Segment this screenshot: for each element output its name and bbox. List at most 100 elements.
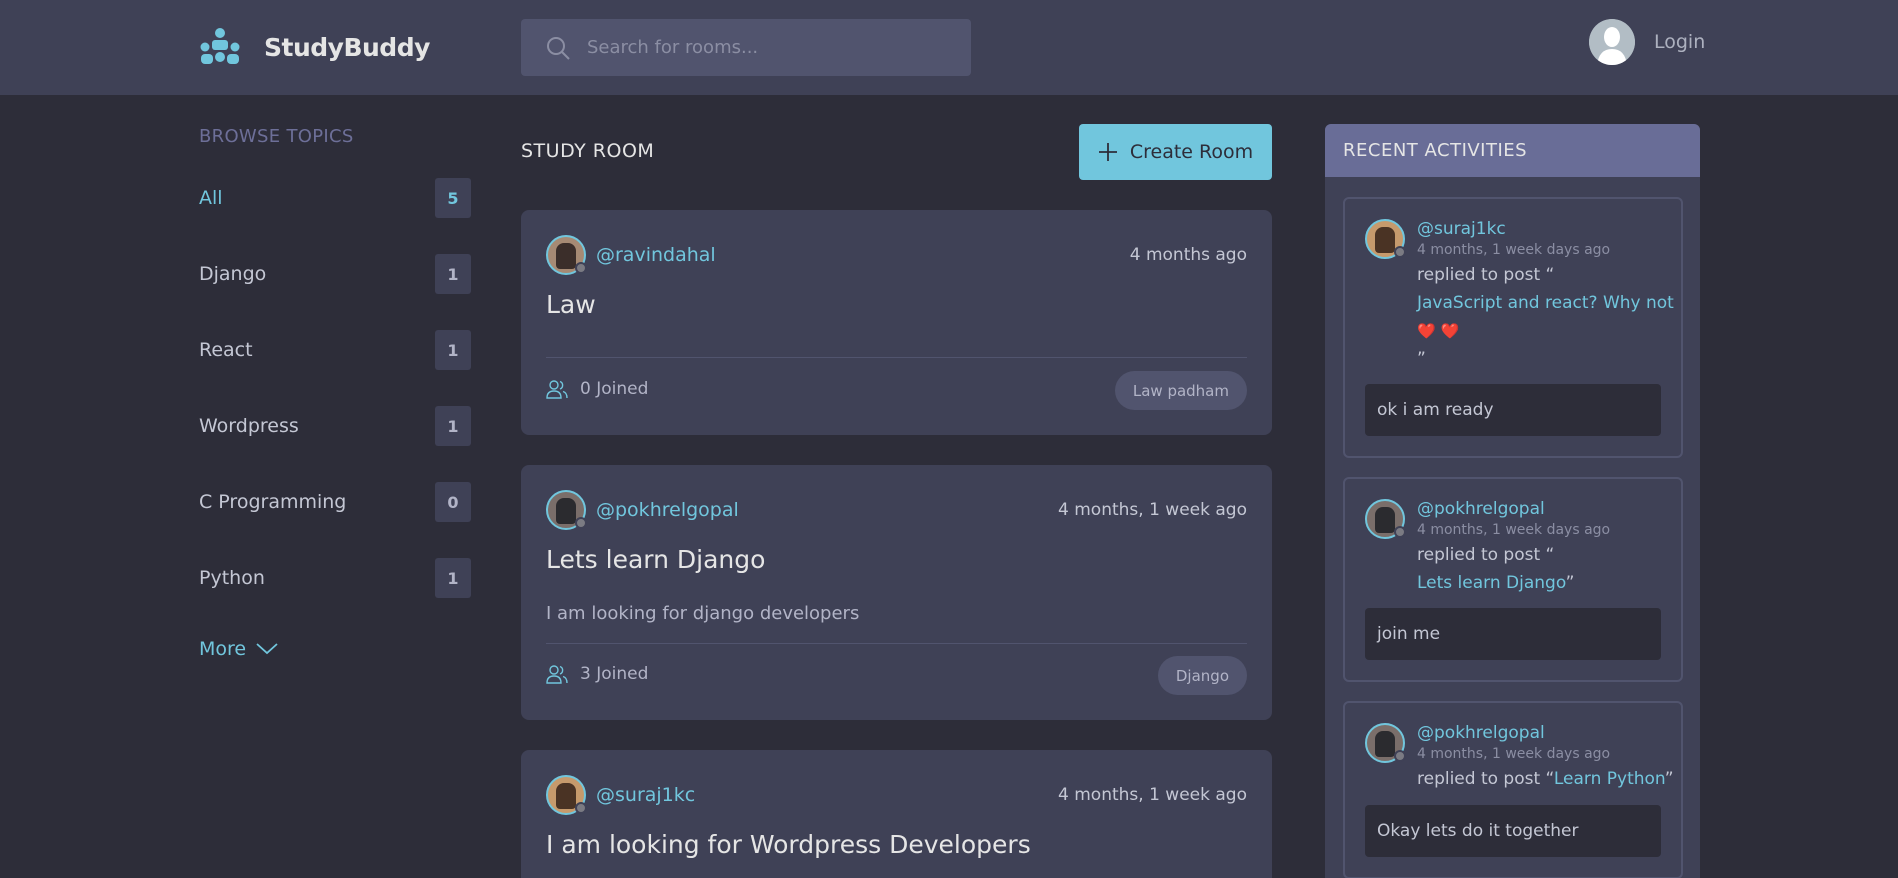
room-title[interactable]: Law <box>546 290 596 319</box>
topic-count: 5 <box>435 178 471 218</box>
room-host[interactable]: @ravindahal <box>546 235 716 275</box>
user-menu[interactable]: Login <box>1589 19 1705 65</box>
chevron-down-icon <box>256 643 278 655</box>
activity-time: 4 months, 1 week days ago <box>1417 746 1611 762</box>
search-bar[interactable] <box>521 19 971 76</box>
plus-icon <box>1098 143 1117 161</box>
activity-time: 4 months, 1 week days ago <box>1417 522 1611 538</box>
avatar <box>546 235 587 275</box>
recent-activities-title: RECENT ACTIVITIES <box>1325 124 1700 177</box>
activity-message: join me <box>1365 608 1661 660</box>
room-card[interactable]: @pokhrelgopal 4 months, 1 week ago Lets … <box>521 465 1272 720</box>
topic-item-python[interactable]: Python 1 <box>199 558 471 598</box>
room-card[interactable]: @suraj1kc 4 months, 1 week ago I am look… <box>521 750 1272 878</box>
users-icon <box>546 665 568 684</box>
app-logo[interactable]: StudyBuddy <box>198 26 430 68</box>
topic-label: C Programming <box>199 491 347 513</box>
topic-count: 1 <box>435 254 471 294</box>
topic-tag[interactable]: Django <box>1157 656 1247 695</box>
activity-item: @suraj1kc 4 months, 1 week days ago repl… <box>1343 197 1683 458</box>
create-room-button[interactable]: Create Room <box>1079 124 1272 180</box>
topic-label: Python <box>199 567 265 589</box>
avatar[interactable] <box>1365 219 1406 259</box>
users-icon <box>546 380 568 399</box>
activity-text: replied to post “ JavaScript and react? … <box>1417 261 1675 373</box>
status-dot <box>575 802 587 814</box>
topic-count: 1 <box>435 406 471 446</box>
activity-item: @pokhrelgopal 4 months, 1 week days ago … <box>1343 701 1683 878</box>
topic-item-all[interactable]: All 5 <box>199 178 471 218</box>
activity-item: @pokhrelgopal 4 months, 1 week days ago … <box>1343 477 1683 682</box>
activity-quote-close: ” <box>1565 573 1575 593</box>
topic-label: React <box>199 339 253 361</box>
room-card[interactable]: @ravindahal 4 months ago Law 0 Joined La… <box>521 210 1272 435</box>
host-username[interactable]: @suraj1kc <box>596 784 695 806</box>
search-icon <box>547 36 570 60</box>
more-topics-button[interactable]: More <box>199 638 278 660</box>
create-room-label: Create Room <box>1129 141 1254 163</box>
topic-item-wordpress[interactable]: Wordpress 1 <box>199 406 471 446</box>
status-dot <box>575 262 587 274</box>
login-link[interactable]: Login <box>1654 31 1705 53</box>
status-dot <box>575 517 587 529</box>
activity-text: replied to post “Learn Python” <box>1417 765 1675 793</box>
topic-label: Wordpress <box>199 415 299 437</box>
feed-title: STUDY ROOM <box>521 140 655 162</box>
activity-time: 4 months, 1 week days ago <box>1417 242 1611 258</box>
topics-sidebar: BROWSE TOPICS All 5 Django 1 React 1 Wor… <box>199 126 471 660</box>
recent-activities-panel: RECENT ACTIVITIES @suraj1kc 4 months, 1 … <box>1325 124 1700 878</box>
activity-action: replied to post “ <box>1417 545 1555 565</box>
topic-tag[interactable]: Law padham <box>1114 371 1247 410</box>
status-dot <box>1394 750 1406 762</box>
room-description: I am looking for django developers <box>546 603 860 624</box>
heart-emoji: ❤️ ❤️ <box>1417 322 1460 340</box>
top-navbar: StudyBuddy Login <box>0 0 1898 95</box>
topic-label: Django <box>199 263 267 285</box>
room-title[interactable]: Lets learn Django <box>546 545 765 574</box>
topic-item-react[interactable]: React 1 <box>199 330 471 370</box>
activity-message: Okay lets do it together <box>1365 805 1661 857</box>
room-host[interactable]: @pokhrelgopal <box>546 490 739 530</box>
status-dot <box>1394 526 1406 538</box>
activity-action: replied to post “ <box>1417 769 1554 789</box>
topic-label: All <box>199 187 223 209</box>
divider <box>546 643 1247 644</box>
avatar[interactable] <box>1365 723 1406 763</box>
app-name: StudyBuddy <box>264 32 430 62</box>
host-username[interactable]: @pokhrelgopal <box>596 499 739 521</box>
room-time: 4 months, 1 week ago <box>1058 500 1247 520</box>
divider <box>546 357 1247 358</box>
activity-username[interactable]: @pokhrelgopal <box>1417 499 1545 519</box>
joined-label: 0 Joined <box>580 379 649 399</box>
activity-post-link[interactable]: JavaScript and react? Why not <box>1417 289 1675 317</box>
avatar <box>546 490 587 530</box>
topic-item-c-programming[interactable]: C Programming 0 <box>199 482 471 522</box>
topic-count: 1 <box>435 558 471 598</box>
activity-quote-close: ” <box>1417 349 1426 369</box>
room-time: 4 months ago <box>1129 245 1247 265</box>
host-username[interactable]: @ravindahal <box>596 244 716 266</box>
room-title[interactable]: I am looking for Wordpress Developers <box>546 830 1031 859</box>
activity-quote-close: ” <box>1664 769 1674 789</box>
room-time: 4 months, 1 week ago <box>1058 785 1247 805</box>
joined-label: 3 Joined <box>580 664 649 684</box>
activity-post-link[interactable]: Lets learn Django <box>1417 573 1566 593</box>
status-dot <box>1394 246 1406 258</box>
user-icon <box>1589 19 1635 65</box>
avatar <box>546 775 587 815</box>
topic-item-django[interactable]: Django 1 <box>199 254 471 294</box>
activity-text: replied to post “ Lets learn Django” <box>1417 541 1675 597</box>
studybuddy-logo-icon <box>200 28 240 64</box>
topic-count: 0 <box>435 482 471 522</box>
joined-count: 0 Joined <box>546 379 648 399</box>
activity-message: ok i am ready <box>1365 384 1661 436</box>
room-host[interactable]: @suraj1kc <box>546 775 695 815</box>
activity-action: replied to post “ <box>1417 265 1555 285</box>
browse-topics-title: BROWSE TOPICS <box>199 126 354 147</box>
user-avatar[interactable] <box>1589 19 1635 65</box>
search-input[interactable] <box>587 37 947 58</box>
activity-username[interactable]: @pokhrelgopal <box>1417 723 1545 743</box>
activity-username[interactable]: @suraj1kc <box>1417 219 1506 239</box>
activity-post-link[interactable]: Learn Python <box>1554 769 1665 789</box>
avatar[interactable] <box>1365 499 1406 539</box>
